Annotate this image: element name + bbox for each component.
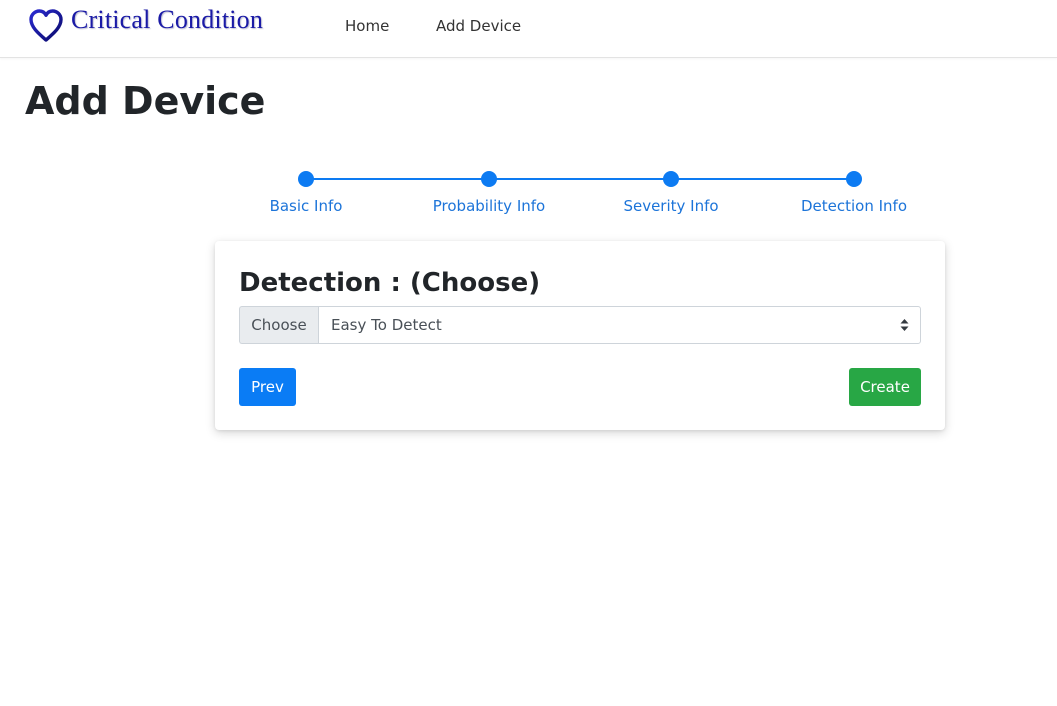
choose-prepend-label: Choose (239, 306, 318, 344)
step-label-detection-info[interactable]: Detection Info (764, 196, 944, 216)
create-button[interactable]: Create (849, 368, 921, 406)
step-dot-severity-info[interactable] (663, 171, 679, 187)
prev-button[interactable]: Prev (239, 368, 296, 406)
detection-card: Detection : (Choose) Choose Easy To Dete… (215, 241, 945, 430)
step-dot-basic-info[interactable] (298, 171, 314, 187)
step-label-basic-info[interactable]: Basic Info (216, 196, 396, 216)
step-dot-detection-info[interactable] (846, 171, 862, 187)
step-label-severity-info[interactable]: Severity Info (581, 196, 761, 216)
detection-input-group: Choose Easy To Detect (239, 306, 921, 344)
step-label-probability-info[interactable]: Probability Info (399, 196, 579, 216)
detection-select-value: Easy To Detect (331, 316, 442, 334)
stepper-line (306, 178, 854, 180)
progress-stepper: Basic Info Probability Info Severity Inf… (0, 0, 1057, 230)
card-title: Detection : (Choose) (239, 268, 541, 298)
select-arrows-icon (900, 319, 909, 331)
detection-select[interactable]: Easy To Detect (318, 306, 921, 344)
step-dot-probability-info[interactable] (481, 171, 497, 187)
